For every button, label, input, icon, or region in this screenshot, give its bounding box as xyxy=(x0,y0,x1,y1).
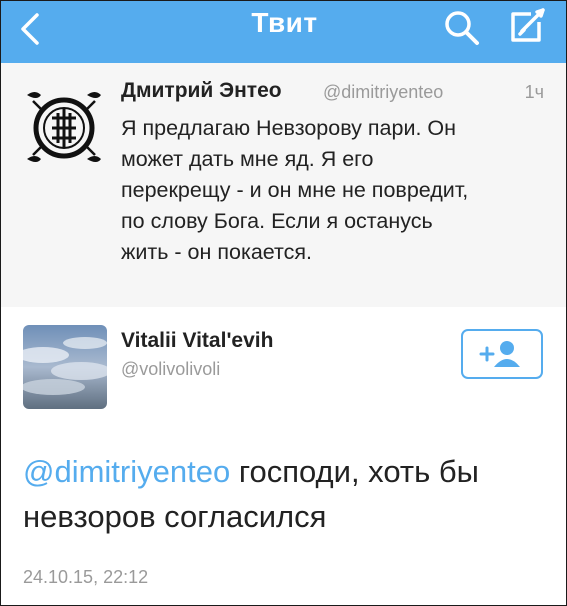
sky-photo-icon xyxy=(23,325,107,409)
mention-link[interactable]: @dimitriyenteo xyxy=(23,454,230,489)
add-user-icon xyxy=(479,341,520,367)
parent-tweet[interactable]: Дмитрий Энтео @dimitriyenteo 1ч Я предла… xyxy=(1,63,566,308)
main-tweet: Vitalii Vital'evih @volivolivoli @dimitr… xyxy=(1,307,566,605)
compose-button[interactable] xyxy=(505,4,551,50)
slavic-emblem-icon xyxy=(27,92,101,162)
tweet-text: Я предлагаю Невзорову пари. Он может дат… xyxy=(121,116,469,264)
tweet-time: 1ч xyxy=(524,82,544,102)
search-icon xyxy=(445,11,479,45)
user-avatar[interactable] xyxy=(23,325,107,409)
user-handle[interactable]: @volivolivoli xyxy=(121,359,220,380)
user-name[interactable]: Vitalii Vital'evih xyxy=(121,329,273,353)
tweet-timestamp: 24.10.15, 22:12 xyxy=(23,567,149,587)
compose-icon xyxy=(511,8,545,42)
tweet-screen: Твит Дмитрий Энтео @dimitriyenteo 1ч Я п… xyxy=(0,0,567,606)
follow-button[interactable] xyxy=(461,329,543,379)
author-name[interactable]: Дмитрий Энтео xyxy=(121,79,282,103)
search-button[interactable] xyxy=(441,7,483,49)
author-handle[interactable]: @dimitriyenteo xyxy=(323,82,443,103)
author-avatar[interactable] xyxy=(19,83,109,173)
nav-bar: Твит xyxy=(1,1,566,63)
tweet-body: @dimitriyenteo господи, хоть бы невзоров… xyxy=(23,449,553,539)
